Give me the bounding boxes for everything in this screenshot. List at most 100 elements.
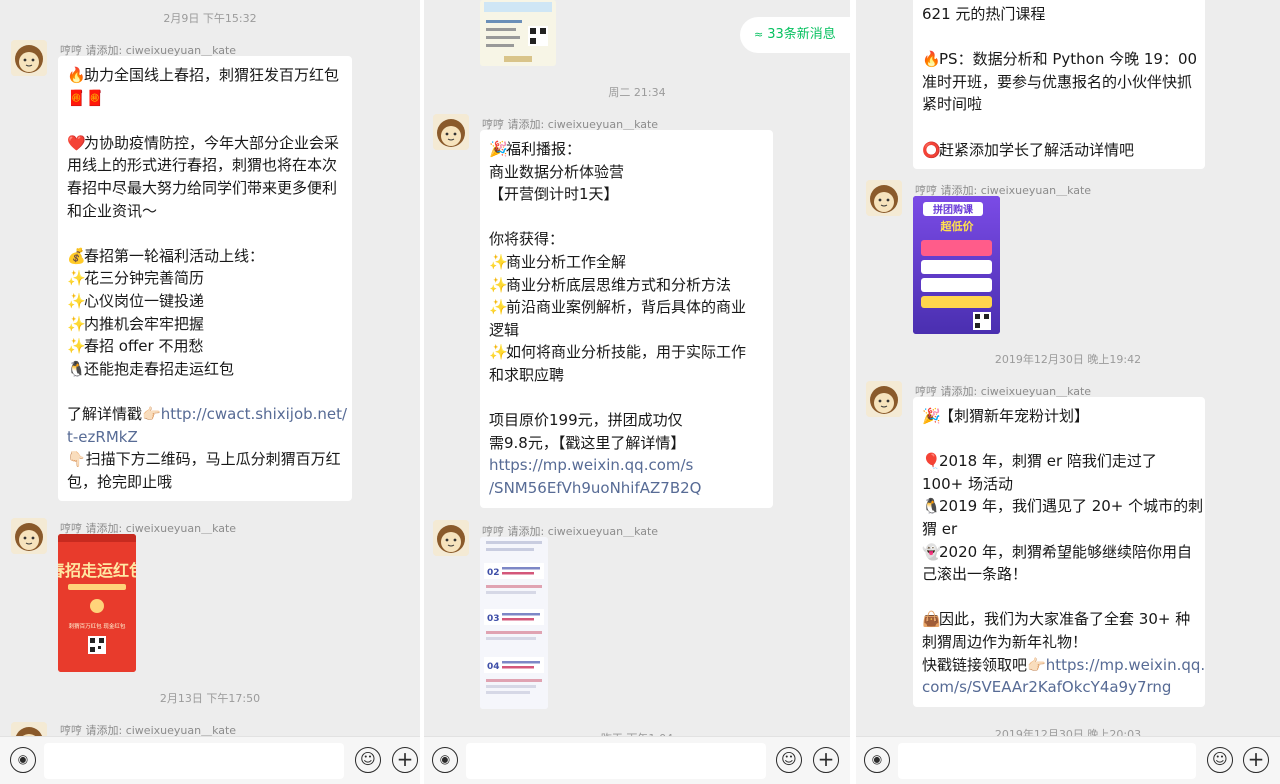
emoji-icon: ⭕	[922, 140, 941, 159]
svg-text:超低价: 超低价	[940, 219, 975, 233]
avatar[interactable]	[11, 40, 47, 76]
new-messages-pill[interactable]: ≈33条新消息	[740, 17, 850, 53]
red-envelope-poster-image[interactable]: 春招走运红包 刺猬百万红包 现金红包	[58, 534, 136, 672]
message-text: 商业分析工作全解	[506, 252, 627, 271]
avatar[interactable]	[11, 518, 47, 554]
emoji-icon: 🎈	[922, 452, 941, 471]
svg-text:拼团购课: 拼团购课	[933, 203, 974, 216]
message-link[interactable]: http://cwact.shixijob.net/	[161, 405, 347, 423]
message-link[interactable]: t-ezRMkZ	[67, 426, 344, 449]
hedgehog-avatar-icon	[866, 180, 902, 216]
message-line	[922, 586, 1197, 609]
group-buy-poster-image[interactable]: 拼团购课 超低价	[913, 196, 1000, 334]
hedgehog-avatar-icon	[433, 520, 469, 556]
message-line: 🔥助力全国线上春招，刺猬狂发百万红包	[67, 64, 344, 87]
message-input[interactable]	[466, 743, 766, 779]
message-line: 🐧2019 年，我们遇见了 20+ 个城市的刺	[922, 495, 1203, 518]
plus-icon[interactable]: +	[813, 747, 839, 773]
timestamp: 2月13日 下午17:50	[159, 692, 261, 705]
emoji-icon[interactable]: ☺	[776, 747, 802, 773]
message-line: ✨如何将商业分析技能，用于实际工作	[489, 341, 765, 364]
emoji-icon: ✨	[67, 269, 86, 288]
message-text: 和企业资讯～	[67, 201, 158, 220]
emoji-icon[interactable]: ☺	[1207, 747, 1233, 773]
message-text: 商业数据分析体验营	[489, 162, 625, 181]
hedgehog-avatar-icon	[11, 40, 47, 76]
message-text: 商业分析底层思维方式和分析方法	[506, 275, 732, 294]
message-bubble[interactable]: 🎉【刺猬新年宠粉计划】 🎈2018 年，刺猬 er 陪我们走过了 100+ 场活动 🐧…	[913, 397, 1205, 707]
svg-text:02: 02	[487, 568, 500, 578]
plus-icon[interactable]: +	[1243, 747, 1269, 773]
message-link[interactable]: https://mp.weixin.qq.com/s	[489, 454, 765, 477]
message-text: 刺猬周边作为新年礼物！	[922, 632, 1088, 651]
emoji-icon: ✨	[67, 337, 86, 356]
emoji-icon: ❤️	[67, 133, 86, 152]
message-link[interactable]: com/s/SVEAAr2KafOkcY4a9y7rng	[922, 676, 1197, 699]
plus-icon[interactable]: +	[392, 747, 418, 773]
message-link[interactable]: /SNM56EfVh9uoNhifAZ7B2Q	[489, 477, 765, 500]
message-text: 紧时间啦	[922, 95, 983, 114]
message-bubble[interactable]: 🔥助力全国线上春招，刺猬狂发百万红包 🧧🧧 ❤️为协助疫情防控，今年大部分企业会采用…	[58, 56, 352, 502]
message-line: 100+ 场活动	[922, 473, 1197, 496]
emoji-icon: 🔥	[922, 50, 941, 69]
poster-art	[480, 0, 556, 66]
message-text: 【刺猬新年宠粉计划】	[939, 407, 1090, 425]
message-line	[922, 428, 1197, 451]
message-text: 己滚出一条路！	[922, 565, 1028, 584]
message-input[interactable]	[44, 743, 344, 779]
message-text: 需9.8元，【戳这里了解详情】	[489, 433, 686, 452]
message-text: 赶紧添加学长了解活动详情吧	[939, 140, 1135, 159]
message-line: ❤️为协助疫情防控，今年大部分企业会采	[67, 132, 344, 155]
message-text: 如何将商业分析技能，用于实际工作	[506, 343, 747, 362]
message-line: 快戳链接领取吧👉🏻https://mp.weixin.qq.	[922, 655, 1206, 674]
message-line: 621 元的热门课程	[922, 3, 1197, 26]
svg-text:刺猬百万红包 现金红包: 刺猬百万红包 现金红包	[69, 622, 126, 630]
avatar[interactable]	[866, 180, 902, 216]
message-bubble[interactable]: 🎉福利播报： 商业数据分析体验营 【开营倒计时1天】 你将获得： ✨商业分析工作全解 ✨商…	[480, 130, 773, 508]
message-text: 逻辑	[489, 320, 520, 339]
course-poster-image[interactable]	[480, 0, 556, 66]
course-outline-image[interactable]: 02 03 04	[480, 537, 548, 709]
message-text: 花三分钟完善简历	[84, 269, 205, 288]
avatar[interactable]	[433, 520, 469, 556]
message-text: 春招中尽最大努力给同学们带来更多便利	[67, 178, 338, 197]
message-line: 包，抢完即止哦	[67, 472, 173, 491]
chat-input-bar: ◉ ☺ +	[856, 736, 1280, 784]
chat-panel-left: 2月9日 下午15:32 哼哼 请添加: ciweixueyuan＿kate 🔥…	[0, 0, 420, 784]
message-line	[67, 380, 344, 403]
poster-art: 拼团购课 超低价	[913, 196, 1000, 334]
message-text: 猬 er	[922, 519, 958, 538]
message-line: 刺猬周边作为新年礼物！	[922, 631, 1197, 654]
message-text: 春招 offer 不用愁	[84, 337, 204, 356]
emoji-icon: ✨	[489, 252, 508, 271]
message-line: 【开营倒计时1天】	[489, 183, 765, 206]
message-text: 福利播报：	[506, 140, 582, 158]
emoji-icon: 🐧	[67, 359, 86, 378]
timestamp: 2019年12月30日 晚上19:42	[994, 353, 1142, 366]
voice-input-icon[interactable]: ◉	[432, 747, 458, 773]
message-line: 猬 er	[922, 518, 1197, 541]
message-link[interactable]: https://mp.weixin.qq.	[1046, 656, 1205, 674]
message-text: 🧧🧧	[67, 88, 105, 107]
avatar[interactable]	[433, 114, 469, 150]
emoji-icon: ✨	[67, 291, 86, 310]
message-line: 紧时间啦	[922, 93, 1197, 116]
message-line	[489, 206, 765, 229]
svg-text:04: 04	[487, 662, 500, 672]
message-text: 心仪岗位一键投递	[84, 291, 205, 310]
message-text: 准时开班，要参与优惠报名的小伙伴快抓	[922, 72, 1193, 91]
chat-input-bar: ◉ ☺ +	[0, 736, 420, 784]
hedgehog-avatar-icon	[433, 114, 469, 150]
emoji-icon: 🎉	[922, 407, 941, 425]
message-text: PS：数据分析和 Python 今晚 19：00	[939, 50, 1198, 69]
message-input[interactable]	[898, 743, 1196, 779]
emoji-icon: 👜	[922, 610, 941, 629]
voice-input-icon[interactable]: ◉	[864, 747, 890, 773]
message-bubble[interactable]: 621 元的热门课程 🔥PS：数据分析和 Python 今晚 19：00 准时开班，…	[913, 0, 1205, 170]
message-line	[922, 26, 1197, 49]
message-line: 🎉福利播报：	[489, 138, 765, 161]
avatar[interactable]	[866, 381, 902, 417]
message-text: 2020 年，刺猬希望能够继续陪你用自	[939, 542, 1192, 561]
voice-input-icon[interactable]: ◉	[10, 747, 36, 773]
emoji-icon[interactable]: ☺	[355, 747, 381, 773]
